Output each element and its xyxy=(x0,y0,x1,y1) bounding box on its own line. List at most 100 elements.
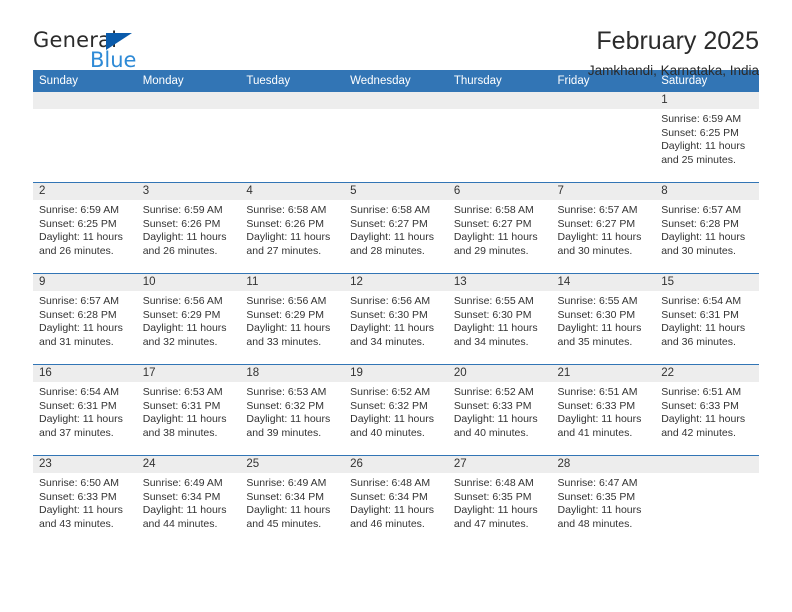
daylight-text-line1: Daylight: 11 hours xyxy=(39,322,123,335)
calendar-day-cell[interactable]: 24 Sunrise: 6:49 AM Sunset: 6:34 PM Dayligh… xyxy=(136,456,241,546)
calendar-day-cell[interactable]: 25 Sunrise: 6:49 AM Sunset: 6:34 PM Dayligh… xyxy=(240,456,345,546)
sunrise-text: Sunrise: 6:57 AM xyxy=(557,204,638,216)
general-blue-logo[interactable]: General Blue xyxy=(33,26,153,74)
calendar-day-cell[interactable]: 14 Sunrise: 6:55 AM Sunset: 6:30 PM Dayligh… xyxy=(551,274,656,364)
sunrise-text: Sunrise: 6:48 AM xyxy=(453,477,534,489)
sunrise-text: Sunrise: 6:51 AM xyxy=(557,386,638,398)
daylight-text-line2: and 34 minutes. xyxy=(350,335,425,348)
sunrise-text: Sunrise: 6:51 AM xyxy=(661,386,742,398)
sunset-text: Sunset: 6:30 PM xyxy=(557,308,636,321)
calendar-day-cell[interactable]: 7 Sunrise: 6:57 AM Sunset: 6:27 PM Daylight… xyxy=(551,183,656,273)
sunset-text: Sunset: 6:29 PM xyxy=(246,308,325,321)
daylight-text-line1: Daylight: 11 hours xyxy=(557,413,642,426)
calendar-day-cell[interactable]: 22 Sunrise: 6:51 AM Sunset: 6:33 PM Dayligh… xyxy=(655,365,759,455)
sunset-text: Sunset: 6:27 PM xyxy=(350,217,428,230)
calendar-day-cell[interactable]: 3 Sunrise: 6:59 AM Sunset: 6:26 PM Daylight… xyxy=(136,183,241,273)
daylight-text-line1: Daylight: 11 hours xyxy=(453,231,538,244)
day-number: 8 xyxy=(655,183,759,200)
daylight-text-line1: Daylight: 11 hours xyxy=(453,504,538,517)
title-block: February 2025 Jamkhandi, Karnataka, Indi… xyxy=(588,26,759,81)
sunrise-text: Sunrise: 6:56 AM xyxy=(246,295,327,307)
sunrise-text: Sunrise: 6:56 AM xyxy=(142,295,223,307)
sunset-text: Sunset: 6:32 PM xyxy=(350,399,428,412)
sunrise-text: Sunrise: 6:58 AM xyxy=(350,204,431,216)
sunset-text: Sunset: 6:35 PM xyxy=(557,490,636,503)
day-number: 3 xyxy=(136,183,241,200)
calendar-cell-empty xyxy=(551,92,656,182)
daylight-text-line1: Daylight: 11 hours xyxy=(142,322,227,335)
daylight-text-line1: Daylight: 11 hours xyxy=(557,322,642,335)
calendar-day-cell[interactable]: 6 Sunrise: 6:58 AM Sunset: 6:27 PM Daylight… xyxy=(447,183,552,273)
day-number: 6 xyxy=(447,183,552,200)
daylight-text-line2: and 26 minutes. xyxy=(39,244,114,257)
calendar-day-cell[interactable]: 26 Sunrise: 6:48 AM Sunset: 6:34 PM Dayligh… xyxy=(344,456,448,546)
calendar-day-cell[interactable]: 9 Sunrise: 6:57 AM Sunset: 6:28 PM Daylight… xyxy=(33,274,137,364)
day-number: 18 xyxy=(240,365,345,382)
calendar-table: Sunday Monday Tuesday Wednesday Thursday… xyxy=(33,70,759,546)
calendar-day-cell[interactable]: 28 Sunrise: 6:47 AM Sunset: 6:35 PM Dayligh… xyxy=(551,456,656,546)
calendar-day-cell[interactable]: 27 Sunrise: 6:48 AM Sunset: 6:35 PM Dayligh… xyxy=(447,456,552,546)
sunrise-text: Sunrise: 6:49 AM xyxy=(246,477,327,489)
calendar-day-cell[interactable]: 21 Sunrise: 6:51 AM Sunset: 6:33 PM Dayligh… xyxy=(551,365,656,455)
daylight-text-line2: and 42 minutes. xyxy=(661,426,736,439)
day-number: 23 xyxy=(33,456,137,473)
day-number: 15 xyxy=(655,274,759,291)
calendar-day-cell[interactable]: 19 Sunrise: 6:52 AM Sunset: 6:32 PM Dayligh… xyxy=(344,365,448,455)
daylight-text-line1: Daylight: 11 hours xyxy=(39,413,123,426)
sunset-text: Sunset: 6:35 PM xyxy=(453,490,532,503)
sunset-text: Sunset: 6:26 PM xyxy=(246,217,325,230)
daylight-text-line2: and 32 minutes. xyxy=(142,335,218,348)
day-details: Sunrise: 6:53 AM Sunset: 6:32 PM Daylight:… xyxy=(240,382,344,440)
day-details: Sunrise: 6:56 AM Sunset: 6:29 PM Daylight:… xyxy=(137,291,241,349)
daylight-text-line2: and 40 minutes. xyxy=(453,426,529,439)
calendar-day-cell[interactable]: 8 Sunrise: 6:57 AM Sunset: 6:28 PM Daylight… xyxy=(655,183,759,273)
sunset-text: Sunset: 6:34 PM xyxy=(246,490,325,503)
sunrise-text: Sunrise: 6:54 AM xyxy=(661,295,742,307)
day-number: 2 xyxy=(33,183,137,200)
daylight-text-line2: and 28 minutes. xyxy=(350,244,425,257)
calendar-day-cell[interactable]: 16 Sunrise: 6:54 AM Sunset: 6:31 PM Dayligh… xyxy=(33,365,137,455)
day-number: 9 xyxy=(33,274,137,291)
sunset-text: Sunset: 6:28 PM xyxy=(661,217,739,230)
daylight-text-line1: Daylight: 11 hours xyxy=(350,322,434,335)
page-title: February 2025 xyxy=(596,27,759,55)
sunset-text: Sunset: 6:30 PM xyxy=(453,308,532,321)
calendar-day-cell[interactable]: 1 Sunrise: 6:59 AM Sunset: 6:25 PM Daylight… xyxy=(655,92,759,182)
calendar-day-cell[interactable]: 15 Sunrise: 6:54 AM Sunset: 6:31 PM Dayligh… xyxy=(655,274,759,364)
calendar-day-cell[interactable]: 13 Sunrise: 6:55 AM Sunset: 6:30 PM Dayligh… xyxy=(447,274,552,364)
calendar-week-row: 23 Sunrise: 6:50 AM Sunset: 6:33 PM Dayligh… xyxy=(33,455,759,546)
sunset-text: Sunset: 6:33 PM xyxy=(557,399,636,412)
sunset-text: Sunset: 6:34 PM xyxy=(142,490,221,503)
day-number: 13 xyxy=(447,274,552,291)
calendar-day-cell[interactable]: 12 Sunrise: 6:56 AM Sunset: 6:30 PM Dayligh… xyxy=(344,274,448,364)
sunrise-text: Sunrise: 6:57 AM xyxy=(39,295,119,307)
calendar-day-cell[interactable]: 20 Sunrise: 6:52 AM Sunset: 6:33 PM Dayligh… xyxy=(447,365,552,455)
daylight-text-line2: and 25 minutes. xyxy=(661,153,736,166)
sunset-text: Sunset: 6:34 PM xyxy=(350,490,428,503)
day-number: 14 xyxy=(551,274,656,291)
calendar-day-cell[interactable]: 11 Sunrise: 6:56 AM Sunset: 6:29 PM Dayligh… xyxy=(240,274,345,364)
day-details: Sunrise: 6:54 AM Sunset: 6:31 PM Daylight:… xyxy=(655,291,759,349)
calendar-day-cell[interactable]: 10 Sunrise: 6:56 AM Sunset: 6:29 PM Dayligh… xyxy=(136,274,241,364)
calendar-day-cell[interactable]: 18 Sunrise: 6:53 AM Sunset: 6:32 PM Dayligh… xyxy=(240,365,345,455)
day-number: 7 xyxy=(551,183,656,200)
calendar-day-cell[interactable]: 4 Sunrise: 6:58 AM Sunset: 6:26 PM Daylight… xyxy=(240,183,345,273)
calendar-day-cell[interactable]: 2 Sunrise: 6:59 AM Sunset: 6:25 PM Daylight… xyxy=(33,183,137,273)
daylight-text-line2: and 29 minutes. xyxy=(453,244,529,257)
daylight-text-line2: and 48 minutes. xyxy=(557,517,633,530)
calendar-week-row: 2 Sunrise: 6:59 AM Sunset: 6:25 PM Daylight… xyxy=(33,182,759,274)
calendar-day-cell[interactable]: 23 Sunrise: 6:50 AM Sunset: 6:33 PM Dayligh… xyxy=(33,456,137,546)
daylight-text-line2: and 46 minutes. xyxy=(350,517,425,530)
daylight-text-line2: and 30 minutes. xyxy=(661,244,736,257)
day-details: Sunrise: 6:58 AM Sunset: 6:26 PM Daylight:… xyxy=(240,200,344,258)
day-number xyxy=(33,92,137,109)
daylight-text-line2: and 30 minutes. xyxy=(557,244,633,257)
logo-text-blue: Blue xyxy=(90,48,137,72)
daylight-text-line1: Daylight: 11 hours xyxy=(557,504,642,517)
day-number xyxy=(136,92,241,109)
sunset-text: Sunset: 6:33 PM xyxy=(661,399,739,412)
sunrise-text: Sunrise: 6:53 AM xyxy=(246,386,327,398)
calendar-day-cell[interactable]: 5 Sunrise: 6:58 AM Sunset: 6:27 PM Daylight… xyxy=(344,183,448,273)
column-header-thursday: Thursday xyxy=(447,70,552,92)
calendar-day-cell[interactable]: 17 Sunrise: 6:53 AM Sunset: 6:31 PM Dayligh… xyxy=(136,365,241,455)
